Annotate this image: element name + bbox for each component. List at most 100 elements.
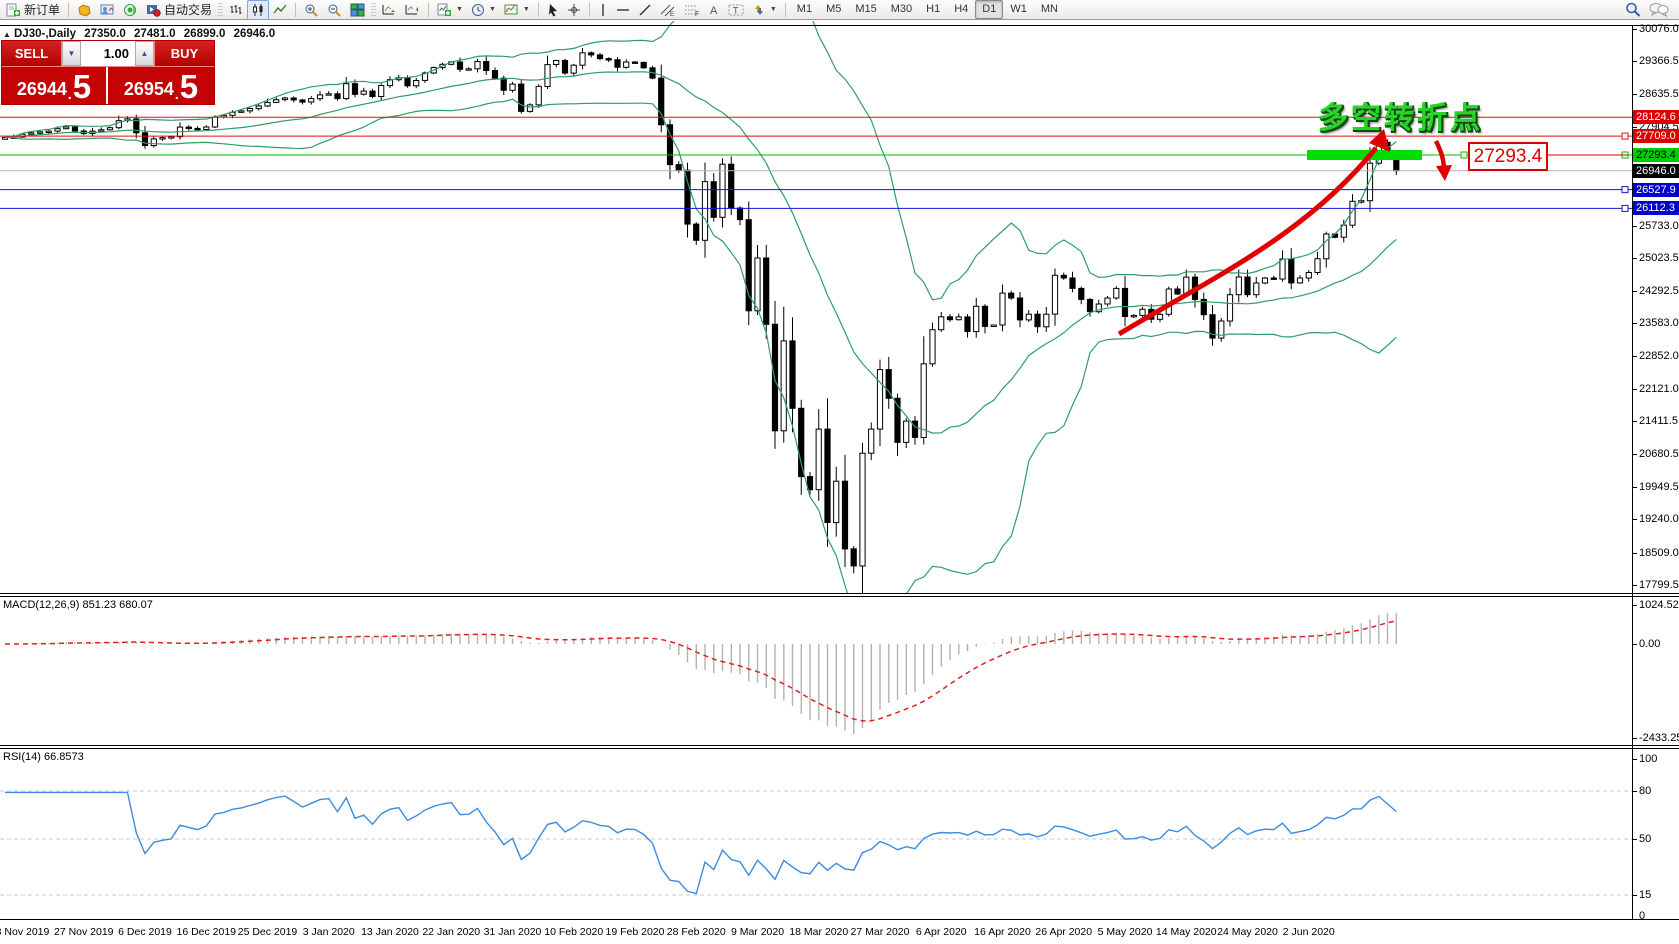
axis-tick bbox=[1633, 389, 1637, 391]
line-chart-icon bbox=[273, 4, 287, 13]
text-button[interactable]: A bbox=[704, 0, 724, 20]
pane-separator[interactable] bbox=[0, 596, 1679, 597]
tile-windows-button[interactable] bbox=[346, 0, 369, 20]
indicators-button[interactable]: ▼ bbox=[433, 0, 467, 20]
periods-button[interactable]: ▼ bbox=[467, 0, 500, 20]
macd-pane[interactable] bbox=[0, 597, 1633, 745]
sell-price-dec: 5 bbox=[72, 68, 92, 105]
price-badge: 26112.3 bbox=[1633, 201, 1679, 216]
date-label: 19 Feb 2020 bbox=[605, 926, 665, 938]
date-axis[interactable]: 8 Nov 2019 27 Nov 2019 6 Dec 2019 16 Dec 20… bbox=[0, 919, 1679, 944]
timeframe-button-m5[interactable]: M5 bbox=[819, 0, 848, 19]
signals-button[interactable] bbox=[119, 0, 142, 20]
equidistant-channel-button[interactable]: E bbox=[656, 0, 680, 20]
pane-separator[interactable] bbox=[0, 745, 1679, 746]
chart-window: 30076.029366.528635.527904.527195.025733… bbox=[0, 21, 1679, 944]
dropdown-caret: ▼ bbox=[769, 6, 777, 13]
search-icon[interactable] bbox=[1625, 2, 1641, 17]
market-watch-button[interactable] bbox=[96, 0, 119, 20]
zoom-out-button[interactable] bbox=[323, 0, 346, 20]
chart-symbol-icon: ▲ bbox=[3, 30, 11, 39]
sell-price[interactable]: 26944 . 5 bbox=[2, 67, 108, 104]
toolbar-separator bbox=[428, 2, 430, 17]
volume-decrease-button[interactable]: ▼ bbox=[62, 41, 81, 66]
date-label: 25 Dec 2019 bbox=[237, 926, 298, 938]
fibonacci-icon: F bbox=[684, 5, 699, 17]
templates-icon bbox=[504, 4, 518, 14]
timeframe-button-h1[interactable]: H1 bbox=[919, 0, 947, 19]
auto-trading-button[interactable]: 自动交易 bbox=[142, 0, 216, 20]
buy-button[interactable]: BUY bbox=[154, 41, 214, 66]
templates-button[interactable]: ▼ bbox=[500, 0, 534, 20]
text-label-button[interactable]: T bbox=[724, 0, 748, 20]
price-badge: 27709.0 bbox=[1633, 129, 1679, 144]
timeframe-button-d1[interactable]: D1 bbox=[975, 0, 1004, 19]
axis-tick bbox=[1633, 552, 1637, 554]
zoom-in-icon bbox=[305, 4, 318, 17]
toolbar-separator bbox=[784, 2, 786, 17]
crosshair-icon bbox=[567, 3, 580, 16]
axis-tick-label: 28635.5 bbox=[1639, 88, 1679, 101]
axis-tick bbox=[1633, 29, 1637, 30]
pane-separator[interactable] bbox=[0, 748, 1679, 749]
axis-tick bbox=[1633, 355, 1637, 357]
price-tag-label[interactable]: 27293.4 bbox=[1468, 142, 1548, 171]
svg-text:E: E bbox=[670, 12, 674, 17]
date-label: 5 May 2020 bbox=[1097, 926, 1153, 938]
chart-shift-icon bbox=[405, 4, 419, 14]
rsi-pane[interactable] bbox=[0, 749, 1633, 919]
date-label: 10 Feb 2020 bbox=[544, 926, 604, 938]
horizontal-line-button[interactable] bbox=[612, 0, 634, 20]
decimal-point: . bbox=[67, 86, 72, 102]
toolbar-separator bbox=[537, 2, 539, 17]
mt4-terminal: 新订单 自动交易 ▼ ▼ ▼ E F A T ▼ M1 M5 M15 M30 H… bbox=[0, 0, 1679, 944]
buy-price[interactable]: 26954 . 5 bbox=[108, 67, 214, 104]
toolbar: 新订单 自动交易 ▼ ▼ ▼ E F A T ▼ M1 M5 M15 M30 H… bbox=[0, 0, 1679, 20]
chat-icon[interactable] bbox=[1649, 2, 1669, 17]
timeframe-button-m15[interactable]: M15 bbox=[848, 0, 883, 19]
timeframe-button-mn[interactable]: MN bbox=[1034, 0, 1065, 19]
axis-tick-label: 1024.52 bbox=[1639, 598, 1679, 611]
axis-tick-label: 25733.0 bbox=[1639, 219, 1679, 232]
timeframe-button-m30[interactable]: M30 bbox=[884, 0, 919, 19]
arrows-icon bbox=[754, 4, 763, 15]
line-chart-button[interactable] bbox=[269, 0, 291, 20]
price-badge: 27293.4 bbox=[1633, 147, 1679, 162]
auto-scroll-button[interactable] bbox=[378, 0, 401, 20]
auto-trading-icon bbox=[147, 4, 161, 17]
low-value: 26899.0 bbox=[183, 28, 226, 40]
candlestick-chart-button[interactable] bbox=[247, 0, 270, 20]
volume-increase-button[interactable]: ▲ bbox=[135, 41, 154, 66]
zoom-in-button[interactable] bbox=[300, 0, 323, 20]
cursor-button[interactable] bbox=[543, 0, 563, 20]
fibonacci-button[interactable]: F bbox=[680, 0, 704, 20]
turning-point-annotation[interactable]: 多空转折点 bbox=[1318, 93, 1483, 137]
axis-tick-label: 19949.5 bbox=[1639, 481, 1679, 494]
market-watch-icon bbox=[100, 4, 114, 14]
pane-separator[interactable] bbox=[0, 593, 1679, 594]
timeframe-button-h4[interactable]: H4 bbox=[947, 0, 975, 19]
volume-value[interactable]: 1.00 bbox=[81, 41, 135, 66]
auto-trading-label: 自动交易 bbox=[164, 3, 213, 17]
date-label: 13 Jan 2020 bbox=[361, 926, 419, 938]
trendline-button[interactable] bbox=[634, 0, 656, 20]
vertical-line-button[interactable] bbox=[594, 0, 612, 20]
one-click-trading-panel: SELL ▼ 1.00 ▲ BUY 26944 . 5 26954 . 5 bbox=[1, 40, 215, 105]
crosshair-button[interactable] bbox=[563, 0, 585, 20]
sell-button[interactable]: SELL bbox=[2, 41, 62, 66]
timeframe-button-m1[interactable]: M1 bbox=[790, 0, 819, 19]
date-label: 31 Jan 2020 bbox=[483, 926, 542, 938]
axis-tick-label: 17799.5 bbox=[1639, 578, 1679, 591]
arrows-button[interactable]: ▼ bbox=[748, 0, 781, 20]
chart-shift-button[interactable] bbox=[401, 0, 424, 20]
high-value: 27481.0 bbox=[134, 28, 176, 40]
toolbar-grip bbox=[371, 2, 377, 17]
profiles-button[interactable] bbox=[73, 0, 96, 20]
new-order-button[interactable]: 新订单 bbox=[2, 0, 64, 20]
timeframe-button-w1[interactable]: W1 bbox=[1003, 0, 1034, 19]
date-label: 6 Apr 2020 bbox=[915, 926, 967, 938]
date-label: 28 Feb 2020 bbox=[666, 926, 726, 938]
signals-icon bbox=[124, 3, 137, 16]
dropdown-caret: ▼ bbox=[456, 6, 463, 13]
bar-chart-button[interactable] bbox=[225, 0, 247, 20]
